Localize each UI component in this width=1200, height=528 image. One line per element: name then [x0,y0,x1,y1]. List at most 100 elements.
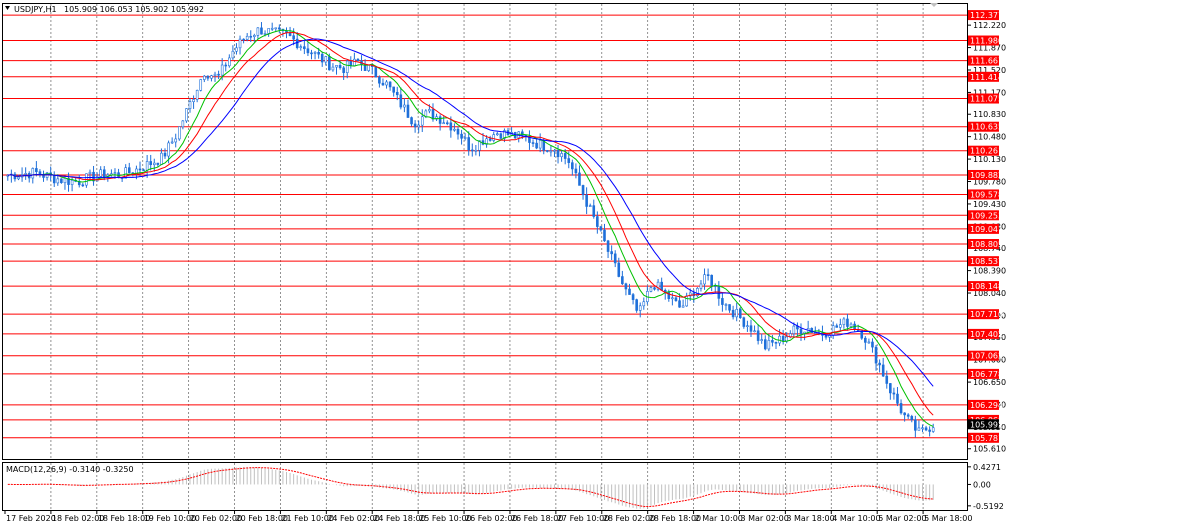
candle-body [199,79,203,91]
candle-body [127,167,131,174]
level-price-label: 111.414 [970,73,1003,82]
level-price-label: 112.377 [970,11,1003,20]
candle-body [292,35,295,40]
candle-body [63,178,67,184]
candle-body [492,134,496,141]
time-label: 25 Feb 10:00 [419,514,471,523]
candle-body [35,168,38,172]
candle-body [88,171,92,175]
candle-body [256,27,260,36]
candle-body [417,124,420,128]
candle-body [170,141,174,144]
candle-body [628,288,631,295]
candle-body [449,122,453,131]
candle-body [142,169,145,172]
candle-body [892,392,896,395]
candle-body [31,168,35,179]
candle-body [345,60,349,73]
candle-body [463,137,467,139]
candle-body [306,48,310,54]
candle-body [395,91,399,96]
candle-body [113,172,117,175]
candle-body [678,300,681,308]
time-label: 18 Feb 18:00 [98,514,150,523]
price-chart[interactable]: 112.220111.870111.520111.170110.830110.4… [0,0,1200,524]
candle-body [917,427,921,431]
candle-body [335,65,338,68]
candle-body [881,364,885,377]
candle-body [385,81,388,86]
candle-body [703,274,706,285]
candle-body [538,140,542,149]
candle-body [253,35,256,37]
candle-body [374,66,378,78]
time-label: 4 Mar 10:00 [832,514,880,523]
candle-body [878,362,881,366]
chart-window[interactable]: 112.220 111.870 111.520 111.170 110.830 110.4… [0,0,1200,524]
candle-body [642,301,646,307]
candle-body [288,32,292,36]
candle-body [635,299,638,311]
level-price-label: 109.253 [970,211,1003,220]
candle-body [896,393,899,404]
candle-body [317,52,320,55]
candle-body [553,150,556,152]
candle-body [185,108,188,122]
candle-body [581,185,585,196]
candle-body [388,81,392,88]
candle-body [320,53,324,63]
candle-body [99,169,102,177]
candle-body [149,161,153,165]
candle-body [52,175,56,184]
candle-body [867,341,871,344]
time-label: 26 Feb 02:00 [465,514,517,523]
time-label: 17 Feb 2020 [6,514,56,523]
candle-body [213,73,217,76]
level-price-label: 109.041 [970,225,1003,234]
candle-body [228,57,231,67]
candle-body [274,27,278,30]
level-price-label: 107.062 [970,352,1003,361]
candle-body [453,128,456,131]
candle-body [238,38,242,49]
candle-body [220,64,224,76]
candle-body [556,150,560,158]
candle-body [299,46,303,48]
candle-body [749,325,753,332]
candle-body [903,412,906,416]
candle-body [442,122,446,125]
candle-body [906,414,910,417]
candle-body [738,309,742,319]
level-price-label: 110.635 [970,123,1003,132]
candle-body [756,330,760,341]
candle-body [192,99,195,102]
candle-body [871,341,874,348]
time-label: 5 Mar 18:00 [924,514,972,523]
candle-body [578,172,581,186]
candle-body [606,240,610,252]
candle-body [81,184,85,187]
candle-body [245,35,249,40]
time-label: 20 Feb 18:00 [236,514,288,523]
candle-body [842,318,846,325]
candle-body [860,330,864,339]
candle-body [456,128,460,135]
candle-body [174,138,178,143]
candle-body [56,178,60,184]
level-price-label: 108.148 [970,282,1003,291]
time-label: 2 Mar 10:00 [695,514,743,523]
candle-body [760,339,764,341]
candle-body [438,116,442,124]
candle-body [835,325,839,328]
candle-body [267,28,270,34]
candle-body [774,341,778,344]
candle-body [467,137,471,151]
candle-body [928,429,931,432]
candle-body [735,309,738,318]
candle-body [70,179,74,185]
price-label: 105.610 [973,445,1006,454]
candle-body [60,178,63,184]
price-label: 106.650 [973,378,1006,387]
candle-body [381,82,385,86]
candle-body [921,427,924,430]
